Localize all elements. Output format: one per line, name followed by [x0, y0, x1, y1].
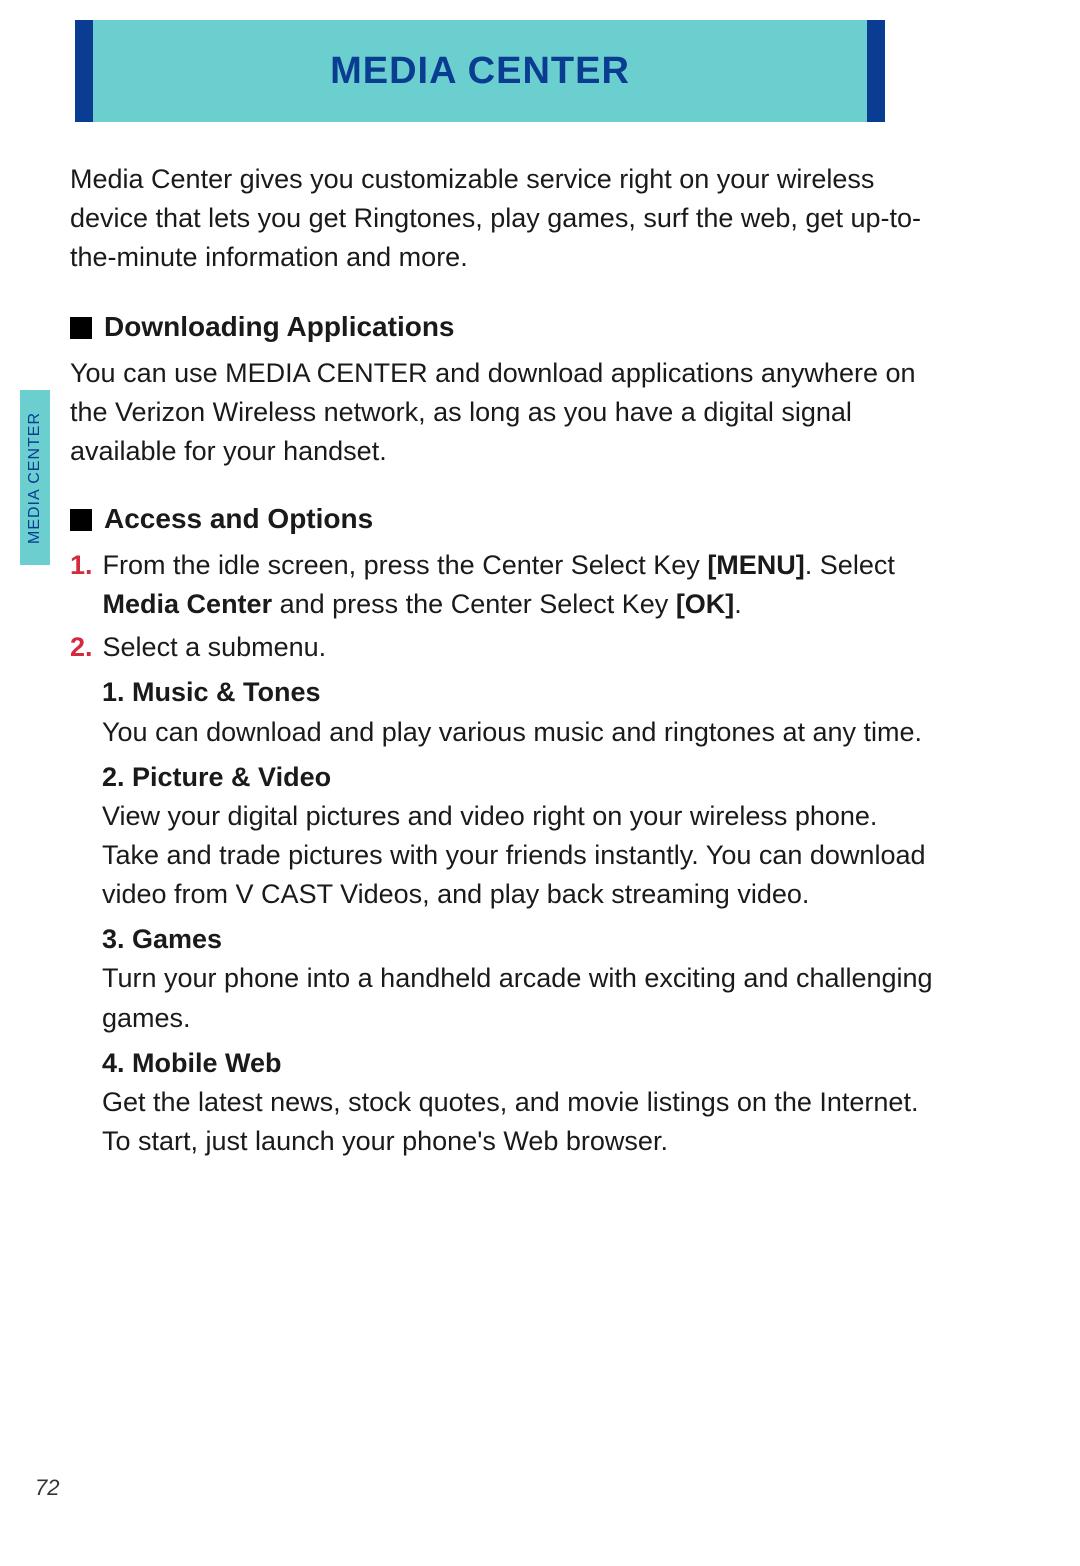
page: MEDIA CENTER MEDIA CENTER Media Center g…	[0, 0, 1080, 1566]
step-key-ok: [OK]	[676, 589, 734, 619]
intro-paragraph: Media Center gives you customizable serv…	[70, 160, 938, 277]
section-heading: Access and Options	[70, 499, 938, 540]
section-access: Access and Options 1. From the idle scre…	[70, 499, 938, 1161]
submenu-title: 3. Games	[102, 920, 938, 959]
section-title: Access and Options	[104, 499, 373, 540]
step-text: .	[734, 589, 742, 619]
content: Media Center gives you customizable serv…	[70, 160, 938, 1165]
square-bullet-icon	[70, 317, 92, 339]
submenu-body: Turn your phone into a handheld arcade w…	[102, 959, 938, 1037]
section-title: Downloading Applications	[104, 307, 455, 348]
step-1: 1. From the idle screen, press the Cente…	[70, 546, 938, 624]
square-bullet-icon	[70, 509, 92, 531]
section-body: You can use MEDIA CENTER and download ap…	[70, 354, 938, 471]
step-body: Select a submenu.	[103, 628, 938, 667]
step-number: 2.	[70, 628, 93, 667]
step-text: From the idle screen, press the Center S…	[103, 550, 708, 580]
submenu-title: 1. Music & Tones	[102, 673, 938, 712]
submenu-body: View your digital pictures and video rig…	[102, 797, 938, 914]
submenu-body: You can download and play various music …	[102, 713, 938, 752]
submenu-list: 1. Music & Tones You can download and pl…	[102, 673, 938, 1161]
submenu-body: Get the latest news, stock quotes, and m…	[102, 1083, 938, 1161]
step-2: 2. Select a submenu.	[70, 628, 938, 667]
step-key-menu: [MENU]	[707, 550, 804, 580]
side-tab-label: MEDIA CENTER	[20, 390, 50, 565]
submenu-title: 4. Mobile Web	[102, 1044, 938, 1083]
page-number: 72	[35, 1475, 59, 1501]
step-key-media-center: Media Center	[103, 589, 273, 619]
step-body: From the idle screen, press the Center S…	[103, 546, 938, 624]
submenu-title: 2. Picture & Video	[102, 758, 938, 797]
section-downloading: Downloading Applications You can use MED…	[70, 307, 938, 471]
section-heading: Downloading Applications	[70, 307, 938, 348]
page-title: MEDIA CENTER	[75, 20, 885, 122]
step-text: . Select	[805, 550, 895, 580]
step-text: and press the Center Select Key	[272, 589, 676, 619]
step-number: 1.	[70, 546, 93, 624]
